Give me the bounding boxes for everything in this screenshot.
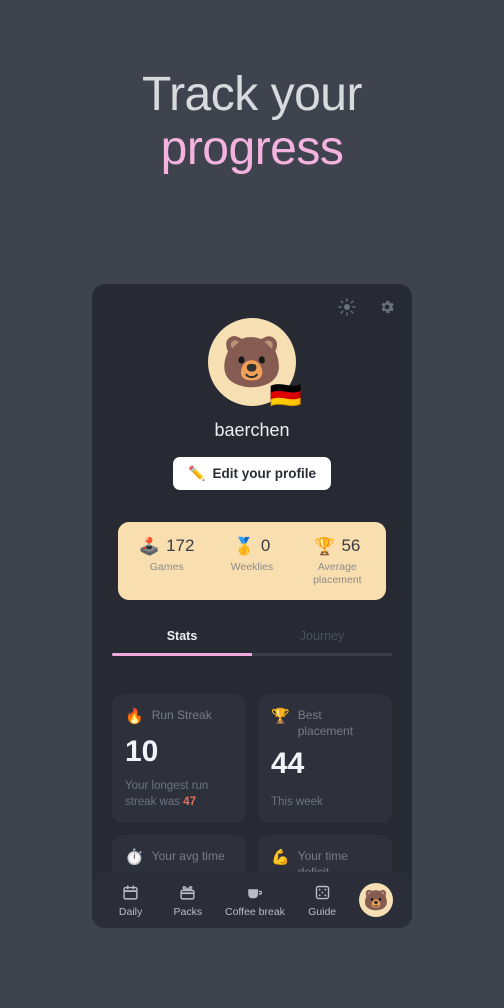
pencil-icon: ✏️: [188, 465, 206, 481]
german-flag-icon: 🇩🇪: [269, 380, 302, 410]
tab-stats[interactable]: Stats: [112, 629, 252, 653]
stat-card-footer-text: This week: [271, 795, 323, 808]
app-screenshot-card: 🐻 🇩🇪 baerchen ✏️ Edit your profile 🕹️ 17…: [92, 284, 412, 928]
nav-item-packs[interactable]: Packs: [168, 883, 208, 918]
summary-stat-weeklies: 🥇 0 Weeklies: [209, 536, 294, 587]
summary-stat-value: 172: [166, 536, 195, 555]
summary-stat-games: 🕹️ 172 Games: [124, 536, 209, 587]
tab-underline-inactive: [252, 653, 392, 656]
nav-item-profile-avatar[interactable]: 🐻: [359, 883, 394, 917]
stat-card-best-placement[interactable]: 🏆 Best placement 44 This week: [258, 694, 392, 824]
fire-icon: 🔥: [125, 708, 144, 725]
dice-icon: [312, 883, 332, 903]
page-headline: Track your progress: [0, 68, 504, 176]
summary-stat-label: Weeklies: [230, 561, 274, 573]
nav-item-guide[interactable]: Guide: [302, 883, 342, 918]
top-icon-row: [336, 296, 398, 318]
medal-icon: 🥇: [233, 536, 255, 556]
gift-box-icon: [178, 883, 198, 903]
stat-card-grid: 🔥 Run Streak 10 Your longest run streak …: [112, 694, 392, 900]
trophy-icon: 🏆: [314, 536, 336, 556]
tab-journey[interactable]: Journey: [252, 629, 392, 653]
stat-card-title: Your avg time: [151, 849, 225, 864]
summary-stat-value: 56: [341, 536, 361, 555]
summary-stat-value: 0: [260, 536, 271, 555]
stat-card-run-streak[interactable]: 🔥 Run Streak 10 Your longest run streak …: [112, 694, 246, 824]
stat-card-footer: Your longest run streak was 47: [125, 767, 233, 810]
tab-bar: Stats Journey: [112, 629, 392, 656]
stat-card-title: Run Streak: [151, 708, 212, 722]
nav-label: Coffee break: [225, 905, 285, 918]
summary-stat-label: Average placement: [313, 561, 362, 587]
nav-label: Daily: [118, 905, 143, 918]
nav-item-daily[interactable]: Daily: [111, 883, 151, 918]
summary-stats-strip: 🕹️ 172 Games 🥇 0 Weeklies 🏆 56 Average p…: [118, 522, 386, 601]
summary-stat-label: Games: [149, 561, 184, 573]
tab-underline: [112, 653, 392, 656]
sun-icon[interactable]: [336, 296, 358, 318]
coffee-cup-icon: [245, 883, 265, 903]
flexed-biceps-icon: 💪: [271, 849, 290, 867]
stat-card-footer-highlight: 47: [183, 795, 196, 808]
trophy-icon: 🏆: [271, 708, 290, 725]
joystick-icon: 🕹️: [138, 536, 161, 556]
stat-card-value: 10: [125, 734, 159, 768]
nav-label: Guide: [308, 905, 337, 918]
summary-stat-average-placement: 🏆 56 Average placement: [295, 536, 380, 587]
calendar-icon: [121, 883, 141, 903]
gear-icon[interactable]: [376, 296, 398, 318]
headline-line-1: Track your: [142, 68, 362, 121]
profile-username: baerchen: [214, 420, 290, 440]
profile-section: 🐻 🇩🇪 baerchen ✏️ Edit your profile: [92, 318, 412, 490]
stat-card-value: 44: [271, 747, 305, 781]
headline-line-2: progress: [160, 121, 344, 175]
nav-item-coffee-break[interactable]: Coffee break: [225, 883, 285, 918]
stat-card-footer: This week: [271, 783, 379, 811]
stopwatch-icon: ⏱️: [125, 849, 144, 867]
stat-card-title: Best placement: [297, 708, 354, 738]
edit-profile-button[interactable]: ✏️ Edit your profile: [173, 457, 331, 490]
bottom-navigation-bar: Daily Packs Coffee break Guide 🐻: [92, 872, 412, 928]
edit-profile-label: Edit your profile: [212, 466, 316, 481]
nav-label: Packs: [173, 905, 203, 918]
avatar[interactable]: 🐻 🇩🇪: [208, 318, 302, 408]
bear-avatar-icon: 🐻: [363, 889, 389, 912]
tab-underline-active: [112, 653, 252, 656]
